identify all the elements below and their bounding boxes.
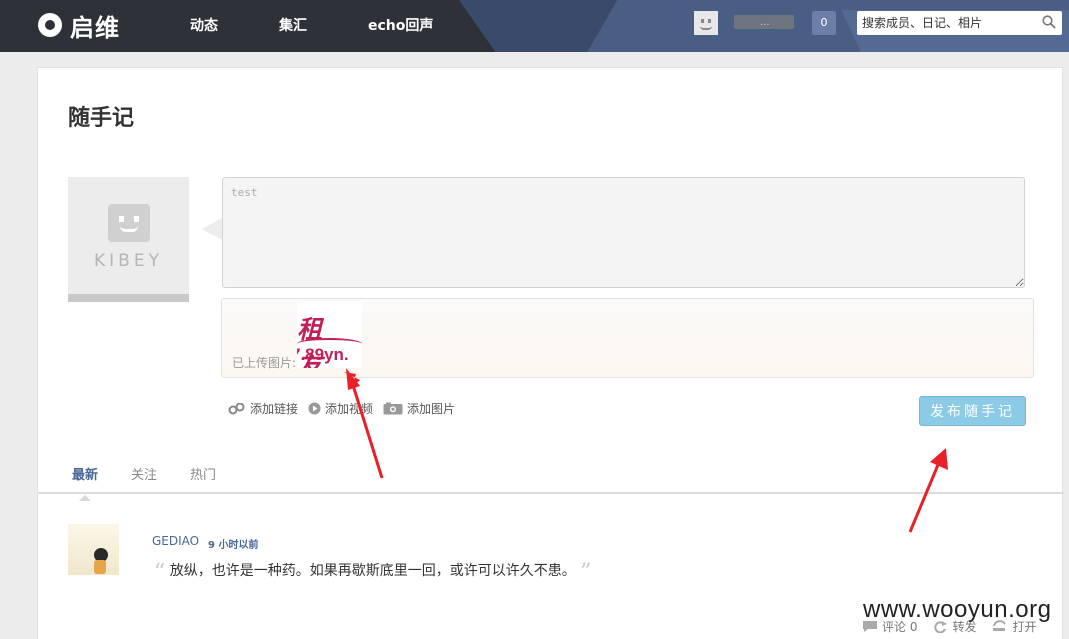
username-text: ... <box>760 17 770 28</box>
post-timestamp: 9 小时以前 <box>208 540 259 551</box>
speech-pointer <box>202 218 222 240</box>
logo-icon <box>38 13 62 37</box>
nav-item-feed[interactable]: 动态 <box>190 15 218 35</box>
play-icon <box>308 402 321 415</box>
nav-item-echo[interactable]: echo回声 <box>368 15 433 35</box>
main-card: 随手记 KIBEY test 已上传图片: 租 友 7.89yn. 添加链接 添… <box>37 67 1064 639</box>
tab-popular[interactable]: 热门 <box>190 464 216 491</box>
add-image-label: 添加图片 <box>407 402 456 416</box>
search-input[interactable] <box>857 11 1037 35</box>
smiley-icon <box>108 204 150 242</box>
uploaded-image-thumbnail[interactable]: 租 友 7.89yn. <box>297 302 362 368</box>
avatar-brand: KIBEY <box>94 251 163 271</box>
add-video-button[interactable]: 添加视频 <box>308 400 373 417</box>
notification-badge[interactable]: 0 <box>812 11 836 35</box>
open-quote-icon: “ <box>154 560 166 585</box>
post-text: 放纵，也许是一种药。如果再歇斯底里一回，或许可以许久不患。 <box>169 563 576 579</box>
thumbnail-text-bottom: 7.89yn. <box>297 345 349 364</box>
uploaded-images-label: 已上传图片: <box>232 356 297 370</box>
post-author[interactable]: GEDIAO <box>152 534 199 548</box>
page-title: 随手记 <box>68 106 135 131</box>
feed-tabs: 最新 关注 热门 <box>72 464 249 491</box>
logo-text: 启维 <box>70 13 120 42</box>
add-video-label: 添加视频 <box>325 402 374 416</box>
top-navigation-bar: 启维 动态 集汇 echo回声 ... 0 <box>0 0 1069 52</box>
link-icon <box>228 402 245 414</box>
post-author-avatar[interactable] <box>68 524 119 575</box>
close-quote-icon: ” <box>580 560 592 585</box>
search-icon[interactable] <box>1042 15 1056 29</box>
site-logo[interactable]: 启维 <box>38 12 120 42</box>
search-box <box>857 11 1062 35</box>
add-link-button[interactable]: 添加链接 <box>228 400 298 417</box>
tab-following[interactable]: 关注 <box>131 464 157 491</box>
publish-button[interactable]: 发布随手记 <box>919 396 1026 426</box>
tab-latest[interactable]: 最新 <box>72 464 98 491</box>
note-textarea[interactable]: test <box>222 177 1025 288</box>
post-content: “ 放纵，也许是一种药。如果再歇斯底里一回，或许可以许久不患。 ” <box>154 560 591 585</box>
composer-tools: 添加链接 添加视频 添加图片 <box>228 400 455 417</box>
uploaded-images-panel: 已上传图片: 租 友 7.89yn. <box>221 298 1034 378</box>
nav-item-collections[interactable]: 集汇 <box>279 15 307 35</box>
user-avatar[interactable] <box>694 11 718 35</box>
tabs-divider <box>38 492 1064 494</box>
add-image-button[interactable]: 添加图片 <box>383 400 455 417</box>
camera-icon <box>383 402 403 415</box>
watermark: www.wooyun.org <box>863 596 1052 623</box>
composer-avatar: KIBEY <box>68 177 189 302</box>
add-link-label: 添加链接 <box>250 402 299 416</box>
